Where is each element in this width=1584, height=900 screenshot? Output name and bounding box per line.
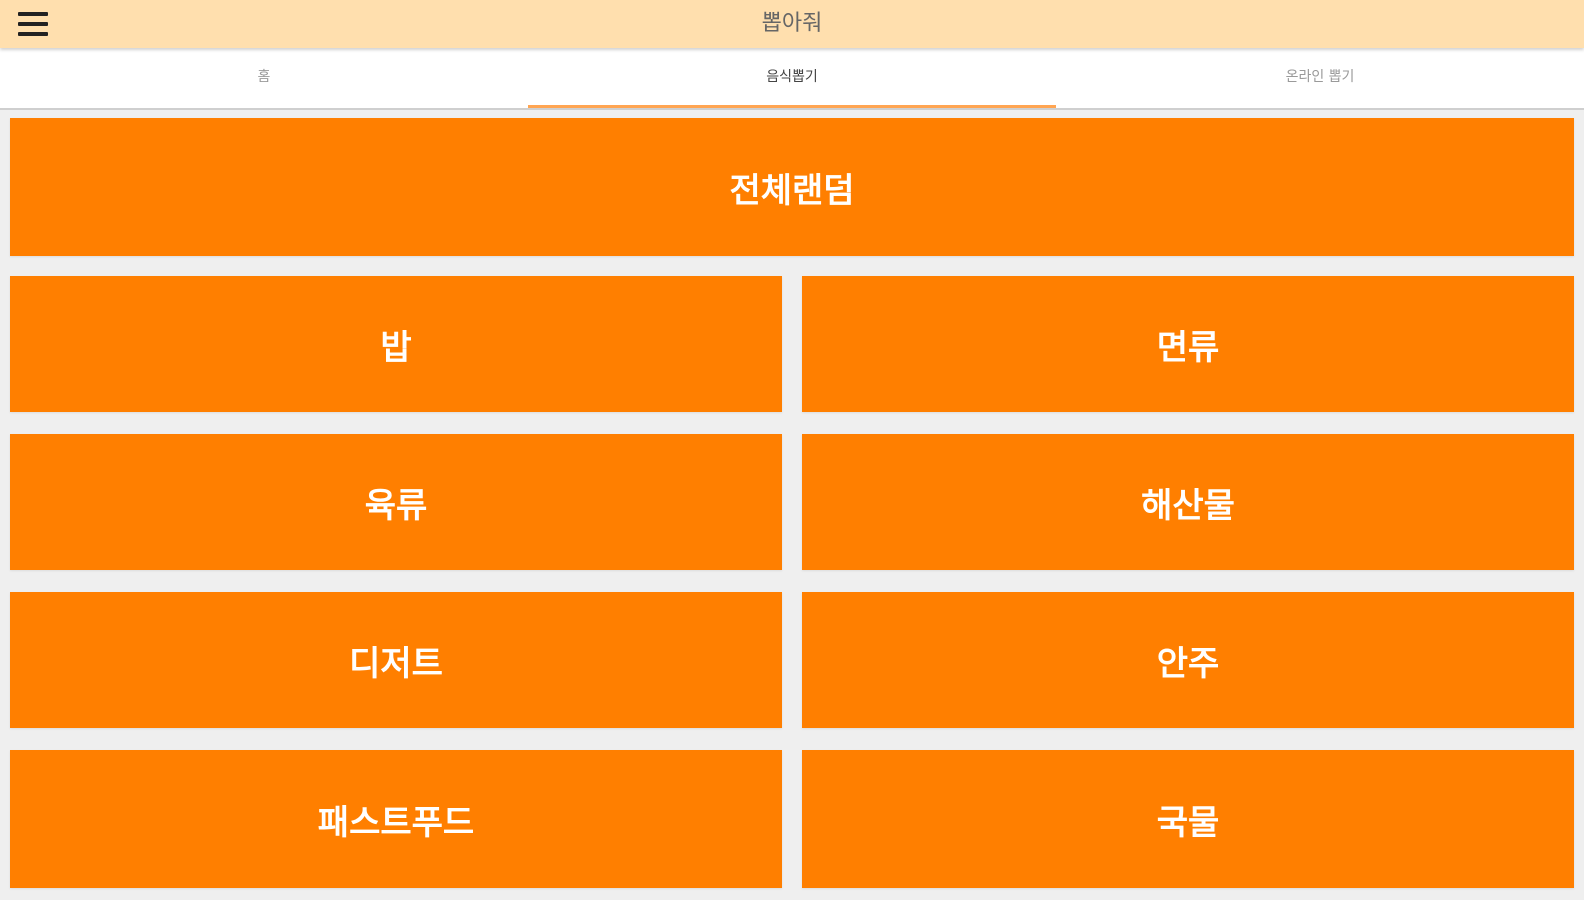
tab-online-pick[interactable]: 온라인 뽑기 bbox=[1056, 48, 1584, 108]
soup-button[interactable]: 국물 bbox=[802, 750, 1574, 888]
all-random-button[interactable]: 전체랜덤 bbox=[10, 118, 1574, 256]
tab-bar: 홈 음식뽑기 온라인 뽑기 bbox=[0, 48, 1584, 110]
food-category-grid: 전체랜덤 밥 면류 육류 해산물 디저트 안주 패스트푸드 국물 bbox=[0, 110, 1584, 900]
tab-food-pick[interactable]: 음식뽑기 bbox=[528, 48, 1056, 108]
app-title: 뽑아줘 bbox=[761, 11, 823, 36]
meat-button[interactable]: 육류 bbox=[10, 434, 782, 570]
noodles-button[interactable]: 면류 bbox=[802, 276, 1574, 412]
seafood-button[interactable]: 해산물 bbox=[802, 434, 1574, 570]
snacks-button[interactable]: 안주 bbox=[802, 592, 1574, 728]
fastfood-button[interactable]: 패스트푸드 bbox=[10, 750, 782, 888]
tab-home[interactable]: 홈 bbox=[0, 48, 528, 108]
app-bar: 뽑아줘 bbox=[0, 0, 1584, 48]
dessert-button[interactable]: 디저트 bbox=[10, 592, 782, 728]
rice-button[interactable]: 밥 bbox=[10, 276, 782, 412]
app-root: 뽑아줘 홈 음식뽑기 온라인 뽑기 전체랜덤 밥 면류 육류 해산물 디저트 안… bbox=[0, 0, 1584, 900]
